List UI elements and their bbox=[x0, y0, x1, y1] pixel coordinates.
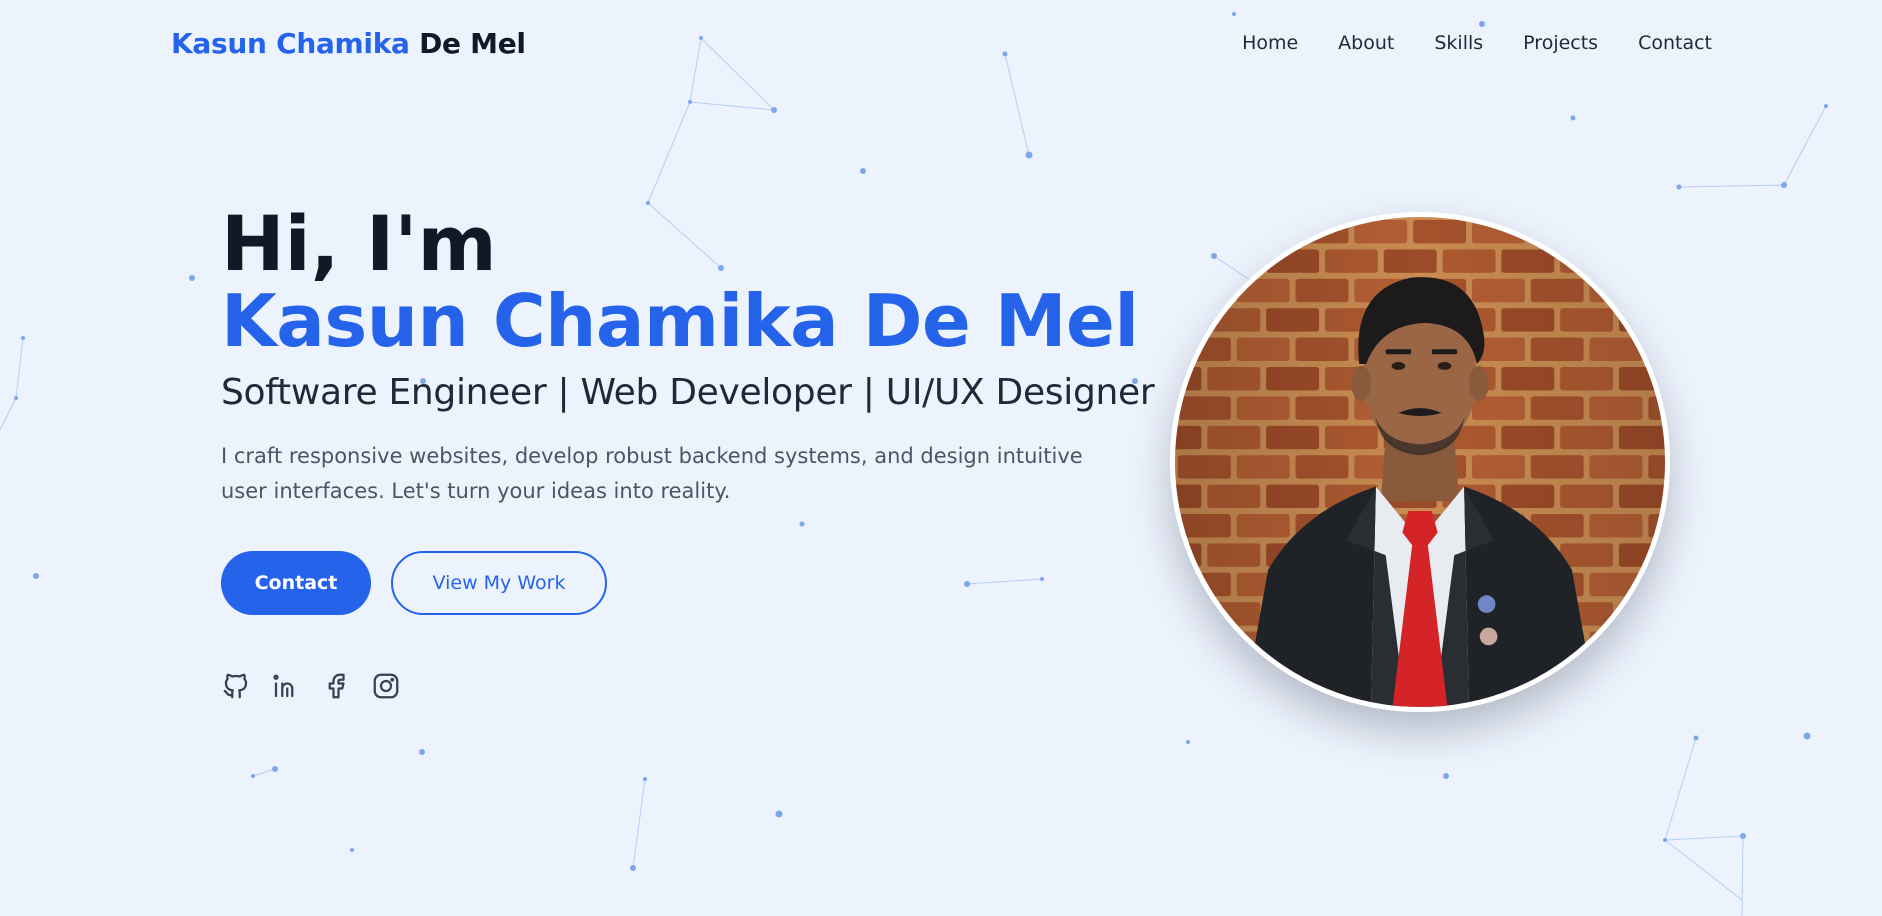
brand-last-name: De Mel bbox=[419, 27, 526, 60]
hero-roles: Software Engineer | Web Developer | UI/U… bbox=[221, 372, 1155, 413]
view-my-work-button[interactable]: View My Work bbox=[391, 551, 607, 615]
nav-link-contact[interactable]: Contact bbox=[1638, 32, 1712, 54]
nav-link-projects[interactable]: Projects bbox=[1523, 32, 1598, 54]
linkedin-icon[interactable] bbox=[271, 671, 301, 701]
github-icon[interactable] bbox=[221, 671, 251, 701]
hero-section: Hi, I'm Kasun Chamika De Mel Software En… bbox=[221, 205, 1161, 701]
instagram-icon[interactable] bbox=[371, 671, 401, 701]
profile-photo bbox=[1170, 212, 1670, 712]
nav-menu: Home About Skills Projects Contact bbox=[1242, 32, 1712, 54]
top-navigation: Kasun Chamika De Mel Home About Skills P… bbox=[0, 0, 1882, 90]
facebook-icon[interactable] bbox=[321, 671, 351, 701]
hero-name: Kasun Chamika De Mel bbox=[221, 279, 1139, 363]
brand-first-name: Kasun Chamika bbox=[171, 27, 410, 60]
contact-button[interactable]: Contact bbox=[221, 551, 371, 615]
social-links bbox=[221, 671, 1161, 701]
hero-buttons: Contact View My Work bbox=[221, 551, 1161, 615]
nav-link-about[interactable]: About bbox=[1338, 32, 1394, 54]
nav-link-home[interactable]: Home bbox=[1242, 32, 1298, 54]
brand-logo[interactable]: Kasun Chamika De Mel bbox=[171, 27, 526, 60]
nav-link-skills[interactable]: Skills bbox=[1434, 32, 1483, 54]
hero-greeting: Hi, I'm bbox=[221, 199, 497, 288]
hero-description: I craft responsive websites, develop rob… bbox=[221, 444, 1083, 503]
